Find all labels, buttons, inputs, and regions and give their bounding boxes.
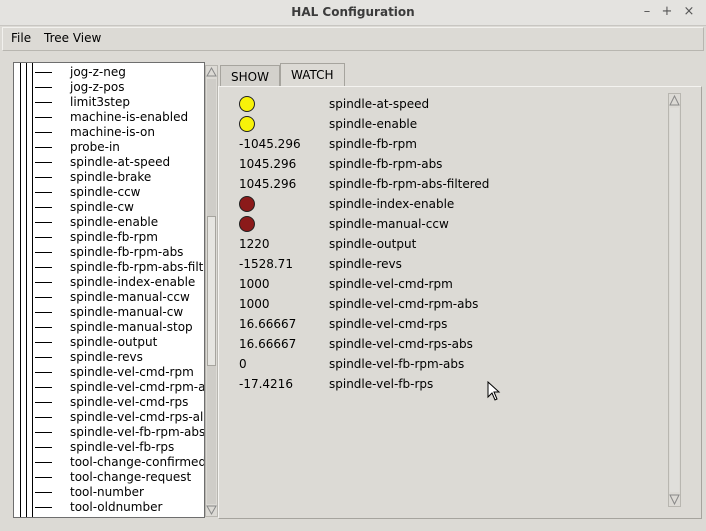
led-off-indicator — [239, 196, 255, 212]
tree-item[interactable]: spindle-vel-cmd-rps-al — [70, 410, 203, 425]
scroll-up-arrow-icon[interactable] — [206, 66, 217, 78]
watch-pin-name[interactable]: spindle-vel-cmd-rps — [329, 314, 447, 334]
tree-scroll-thumb[interactable] — [207, 216, 216, 366]
window-title: HAL Configuration — [291, 5, 415, 19]
mouse-cursor-icon — [487, 381, 501, 401]
watch-value: 1045.296 — [239, 157, 297, 171]
tree-item[interactable]: spindle-vel-cmd-rpm-a — [70, 380, 204, 395]
tree-item[interactable]: tool-change-request — [70, 470, 191, 485]
tree-item[interactable]: tool-number — [70, 485, 144, 500]
watch-panel: spindle-at-speed spindle-enable -1045.296 s… — [218, 86, 702, 519]
menu-tree-view[interactable]: Tree View — [44, 31, 101, 45]
tree-item[interactable]: probe-in — [70, 140, 120, 155]
tree-item[interactable]: spindle-manual-stop — [70, 320, 193, 335]
watch-value: 1000 — [239, 277, 270, 291]
watch-scroll-track[interactable] — [670, 108, 679, 492]
watch-pin-name[interactable]: spindle-fb-rpm-abs-filtered — [329, 174, 489, 194]
watch-pin-name[interactable]: spindle-vel-fb-rpm-abs — [329, 354, 464, 374]
watch-pin-name[interactable]: spindle-manual-ccw — [329, 214, 449, 234]
tree-item[interactable]: spindle-manual-cw — [70, 305, 183, 320]
tree-item[interactable]: tool-change-confirmed — [70, 455, 204, 470]
tree-item[interactable]: machine-is-on — [70, 125, 155, 140]
maximize-button[interactable]: + — [659, 4, 675, 20]
watch-value: -1528.71 — [239, 257, 293, 271]
tree-item[interactable]: spindle-index-enable — [70, 275, 195, 290]
tab-watch[interactable]: WATCH — [280, 63, 345, 86]
tree-item[interactable]: spindle-revs — [70, 350, 143, 365]
tree-scrollbar[interactable] — [205, 65, 218, 517]
tree-item[interactable]: spindle-brake — [70, 170, 151, 185]
watch-value: 1220 — [239, 237, 270, 251]
watch-scrollbar[interactable] — [668, 93, 681, 507]
tree-item[interactable]: spindle-vel-fb-rps — [70, 440, 174, 455]
tree-item[interactable]: spindle-fb-rpm-abs — [70, 245, 183, 260]
watch-value: 16.66667 — [239, 317, 297, 331]
watch-value: 1045.296 — [239, 177, 297, 191]
watch-pin-name[interactable]: spindle-at-speed — [329, 94, 429, 114]
title-bar: HAL Configuration – + × — [0, 0, 706, 26]
tree-item[interactable]: jog-z-neg — [70, 65, 126, 80]
tree-item[interactable]: spindle-fb-rpm — [70, 230, 158, 245]
watch-pin-name[interactable]: spindle-vel-cmd-rpm — [329, 274, 453, 294]
tree-item[interactable]: limit3step — [70, 95, 130, 110]
watch-value: 16.66667 — [239, 337, 297, 351]
scroll-up-arrow-icon[interactable] — [669, 94, 680, 107]
tree-connector-lines — [20, 63, 52, 517]
tree-item[interactable]: jog-z-pos — [70, 80, 124, 95]
watch-pin-name[interactable]: spindle-index-enable — [329, 194, 454, 214]
tree-item[interactable]: machine-is-enabled — [70, 110, 188, 125]
watch-value: 1000 — [239, 297, 270, 311]
tree-item[interactable]: spindle-vel-cmd-rps — [70, 395, 188, 410]
tree-item[interactable]: spindle-at-speed — [70, 155, 170, 170]
tree-item[interactable]: spindle-enable — [70, 215, 158, 230]
tree-item[interactable]: spindle-fb-rpm-abs-filt — [70, 260, 203, 275]
watch-value: -17.4216 — [239, 377, 293, 391]
scroll-down-arrow-icon[interactable] — [206, 504, 217, 516]
watch-value: 0 — [239, 357, 247, 371]
main-area: jog-z-neg jog-z-pos limit3step machine-is-e… — [2, 52, 704, 529]
tree-item[interactable]: tool-oldnumber — [70, 500, 162, 515]
watch-value: -1045.296 — [239, 137, 301, 151]
tab-show[interactable]: SHOW — [220, 65, 280, 86]
scroll-down-arrow-icon[interactable] — [669, 493, 680, 506]
led-off-indicator — [239, 216, 255, 232]
tree-item[interactable]: spindle-cw — [70, 200, 134, 215]
watch-pin-name[interactable]: spindle-vel-cmd-rps-abs — [329, 334, 473, 354]
menu-bar: File Tree View — [2, 27, 704, 51]
minimize-button[interactable]: – — [639, 4, 655, 20]
led-on-indicator — [239, 116, 255, 132]
menu-file[interactable]: File — [11, 31, 31, 45]
tree-item[interactable]: spindle-vel-fb-rpm-abs — [70, 425, 204, 440]
led-on-indicator — [239, 96, 255, 112]
watch-pin-name[interactable]: spindle-fb-rpm — [329, 134, 417, 154]
watch-pin-name[interactable]: spindle-revs — [329, 254, 402, 274]
tree-item[interactable]: spindle-output — [70, 335, 157, 350]
watch-pin-name[interactable]: spindle-vel-fb-rps — [329, 374, 433, 394]
tree-item[interactable]: spindle-ccw — [70, 185, 140, 200]
pin-tree[interactable]: jog-z-neg jog-z-pos limit3step machine-is-e… — [13, 62, 205, 518]
tree-item[interactable]: spindle-manual-ccw — [70, 290, 190, 305]
tree-item[interactable]: spindle-vel-cmd-rpm — [70, 365, 194, 380]
watch-pin-name[interactable]: spindle-output — [329, 234, 416, 254]
watch-pin-name[interactable]: spindle-fb-rpm-abs — [329, 154, 442, 174]
watch-pin-name[interactable]: spindle-vel-cmd-rpm-abs — [329, 294, 478, 314]
watch-pin-name[interactable]: spindle-enable — [329, 114, 417, 134]
close-button[interactable]: × — [681, 4, 697, 20]
